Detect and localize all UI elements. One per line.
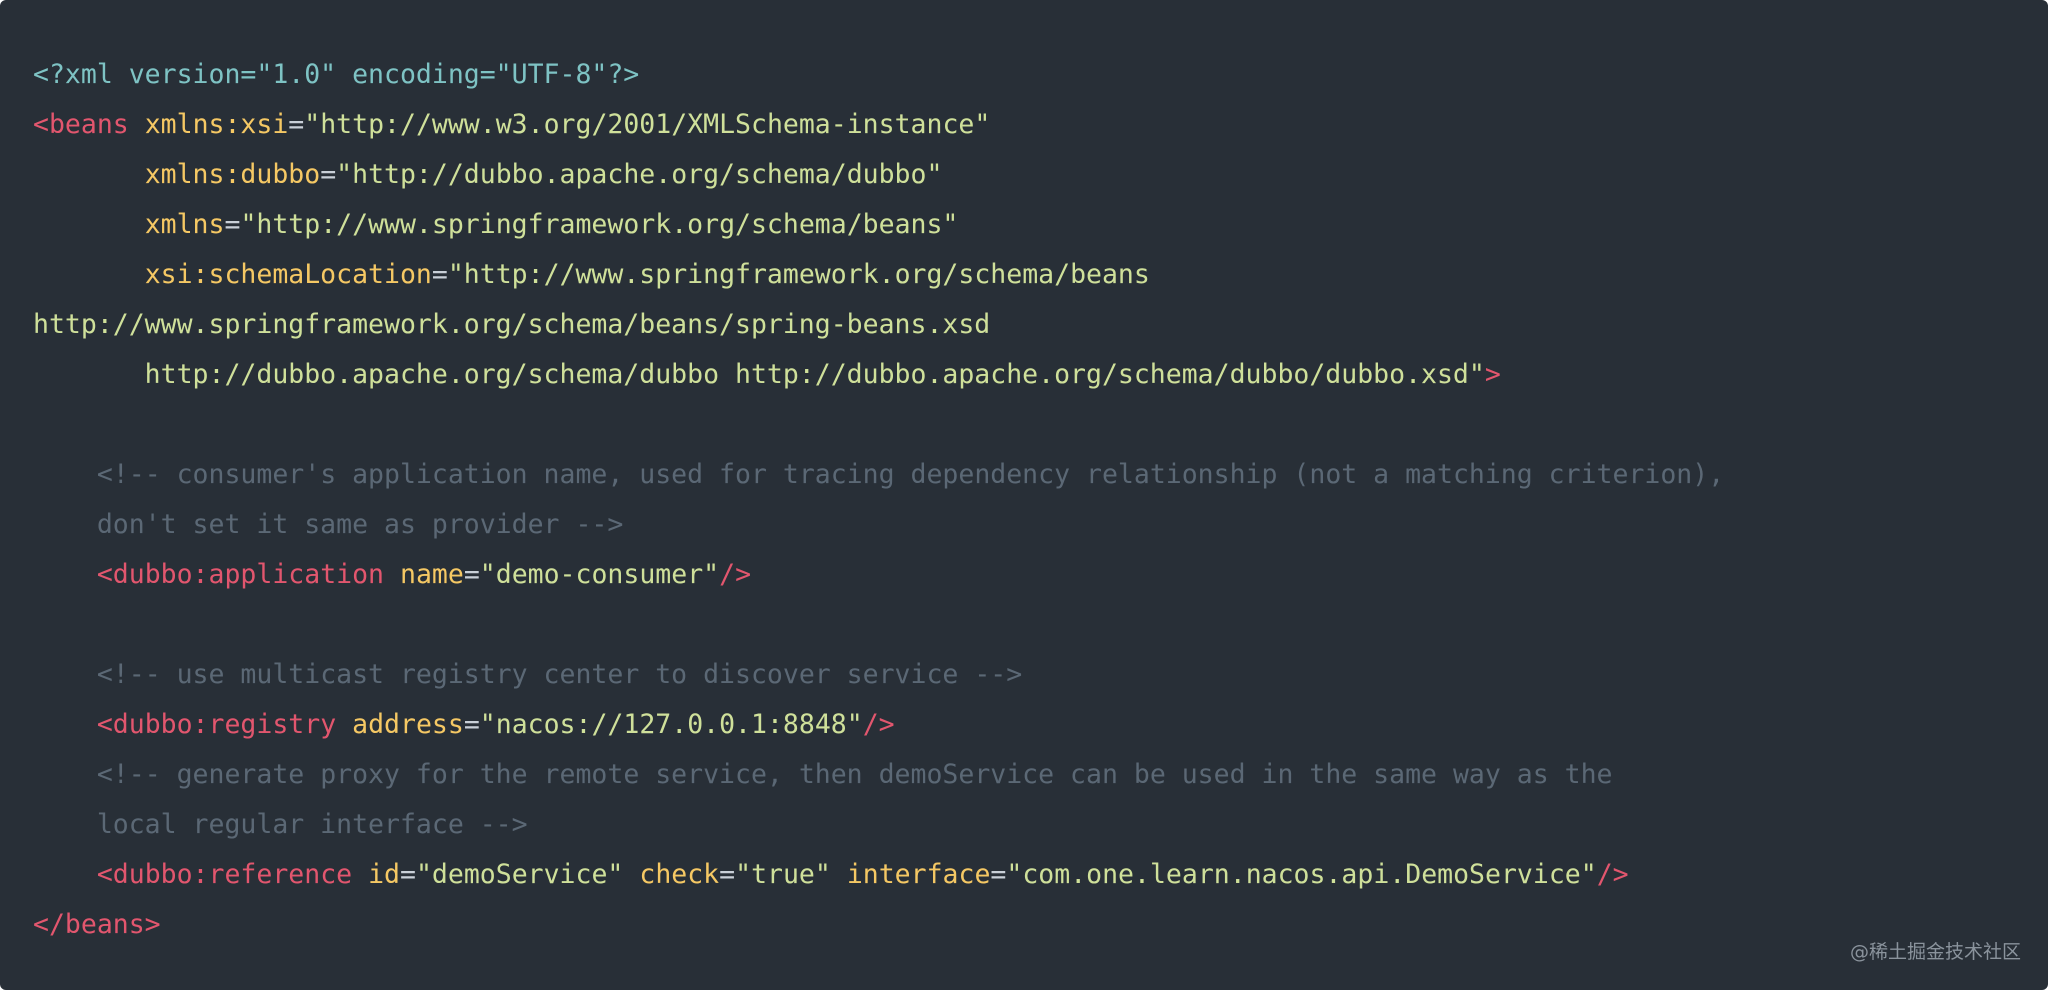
- code-line: local regular interface -->: [33, 800, 2048, 850]
- code-token-comment: local regular interface -->: [33, 809, 528, 840]
- code-token-eq: =: [288, 109, 305, 140]
- code-line: xmlns:dubbo="http://dubbo.apache.org/sch…: [33, 150, 2048, 200]
- code-token-decl: <?xml version="1.0" encoding="UTF-8"?>: [33, 59, 640, 90]
- code-token-tag: <dubbo:application: [96, 559, 385, 590]
- code-line: don't set it same as provider -->: [33, 500, 2048, 550]
- code-token-tag: <dubbo:registry: [96, 709, 337, 740]
- code-token-attr: address: [352, 709, 464, 740]
- code-token-tag: />: [862, 709, 895, 740]
- code-token-val: "http://dubbo.apache.org/schema/dubbo": [336, 159, 943, 190]
- code-token-val: "http://www.springframework.org/schema/b…: [447, 259, 1150, 290]
- code-line: </beans>: [33, 900, 2048, 950]
- code-token-val: http://dubbo.apache.org/schema/dubbo htt…: [33, 359, 1485, 390]
- code-line: xsi:schemaLocation="http://www.springfra…: [33, 250, 2048, 300]
- code-token-val: "http://www.w3.org/2001/XMLSchema-instan…: [304, 109, 991, 140]
- watermark: @稀土掘金技术社区: [1849, 941, 2021, 963]
- code-token-eq: =: [463, 709, 480, 740]
- code-token-val: "true": [735, 859, 831, 890]
- code-line: <!-- use multicast registry center to di…: [33, 650, 2048, 700]
- code-token-val: http://www.springframework.org/schema/be…: [33, 309, 991, 340]
- code-token-comment: <!-- generate proxy for the remote servi…: [96, 759, 1613, 790]
- code-token-val: "nacos://127.0.0.1:8848": [479, 709, 863, 740]
- code-token-attr: xmlns:dubbo: [144, 159, 321, 190]
- code-line: <beans xmlns:xsi="http://www.w3.org/2001…: [33, 100, 2048, 150]
- code-token-eq: =: [463, 559, 480, 590]
- code-line: <!-- consumer's application name, used f…: [33, 450, 2048, 500]
- code-token-attr: name: [399, 559, 464, 590]
- code-token-tag: </beans>: [33, 909, 161, 940]
- code-line: xmlns="http://www.springframework.org/sc…: [33, 200, 2048, 250]
- code-token-tag: <dubbo:reference: [96, 859, 353, 890]
- code-token-attr: xmlns:xsi: [144, 109, 289, 140]
- code-token-attr: xsi:schemaLocation: [144, 259, 432, 290]
- code-token-eq: =: [224, 209, 241, 240]
- code-token-tag: />: [1596, 859, 1629, 890]
- code-block: <?xml version="1.0" encoding="UTF-8"?> <b…: [0, 0, 2048, 990]
- code-token-comment: <!-- use multicast registry center to di…: [96, 659, 1023, 690]
- code-token-eq: =: [320, 159, 337, 190]
- code-line: http://dubbo.apache.org/schema/dubbo htt…: [33, 350, 2048, 400]
- code-token-tag: />: [719, 559, 752, 590]
- code-line: <dubbo:registry address="nacos://127.0.0…: [33, 700, 2048, 750]
- code-token-comment: <!-- consumer's application name, used f…: [96, 459, 1725, 490]
- code-token-attr: check: [639, 859, 720, 890]
- code-line: <?xml version="1.0" encoding="UTF-8"?>: [33, 50, 2048, 100]
- code-line: <dubbo:reference id="demoService" check=…: [33, 850, 2048, 900]
- code-token-attr: id: [368, 859, 400, 890]
- code-token-eq: =: [400, 859, 416, 890]
- code-token-comment: don't set it same as provider -->: [33, 509, 624, 540]
- code-token-val: "com.one.learn.nacos.api.DemoService": [1006, 859, 1597, 890]
- code-token-eq: =: [719, 859, 736, 890]
- code-token-eq: =: [990, 859, 1007, 890]
- code-line: http://www.springframework.org/schema/be…: [33, 300, 2048, 350]
- code-line: <!-- generate proxy for the remote servi…: [33, 750, 2048, 800]
- code-token-tag: <beans: [33, 109, 129, 140]
- code-token-attr: interface: [846, 859, 991, 890]
- code-line: <dubbo:application name="demo-consumer"/…: [33, 550, 2048, 600]
- code-token-val: "http://www.springframework.org/schema/b…: [240, 209, 959, 240]
- code-token-val: "demoService": [415, 859, 624, 890]
- code-token-tag: >: [1484, 359, 1501, 390]
- code-token-eq: =: [431, 259, 448, 290]
- code-token-val: "demo-consumer": [479, 559, 720, 590]
- code-token-attr: xmlns: [144, 209, 225, 240]
